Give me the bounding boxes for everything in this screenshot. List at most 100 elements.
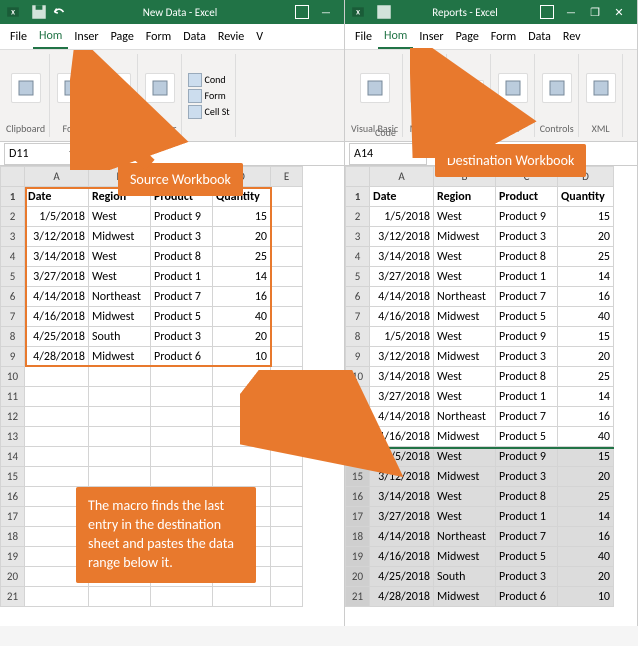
cell[interactable]: Product 7 [496,287,558,307]
cell[interactable]: Northeast [434,287,496,307]
cell[interactable]: West [89,207,151,227]
ribbon-tab-inser[interactable]: Inser [413,26,449,48]
cell[interactable]: 4/25/2018 [370,567,434,587]
row-header[interactable]: 1 [1,187,25,207]
cell[interactable]: 16 [558,287,614,307]
cell[interactable] [271,527,303,547]
cell[interactable] [271,487,303,507]
cell[interactable]: Product 5 [496,427,558,447]
row-header[interactable]: 20 [346,567,370,587]
cell[interactable] [271,247,303,267]
row-header[interactable]: 6 [1,287,25,307]
cell[interactable] [25,587,89,607]
ribbon-button[interactable] [498,73,528,103]
cell[interactable]: 16 [558,527,614,547]
row-header[interactable]: 7 [1,307,25,327]
ribbon-item[interactable]: Cond [188,73,226,87]
cell[interactable]: Product 9 [496,447,558,467]
select-all-corner[interactable] [346,167,370,187]
cell[interactable]: 3/12/2018 [370,227,434,247]
cell[interactable] [89,407,151,427]
cell[interactable]: 15 [558,327,614,347]
cell[interactable]: Product 8 [151,247,213,267]
chevron-down-icon[interactable] [69,151,77,156]
cell[interactable]: 15 [213,207,271,227]
col-header-C[interactable]: C [496,167,558,187]
row-header[interactable]: 20 [1,567,25,587]
cell[interactable] [25,407,89,427]
cell[interactable]: 20 [558,467,614,487]
cell[interactable]: West [89,267,151,287]
cell[interactable] [271,207,303,227]
name-box[interactable]: A14 [349,143,427,165]
row-header[interactable]: 15 [1,467,25,487]
row-header[interactable]: 6 [346,287,370,307]
cell[interactable]: Product 5 [496,547,558,567]
cell[interactable]: 40 [558,307,614,327]
cell[interactable]: Midwest [89,347,151,367]
cell[interactable]: Product 8 [496,487,558,507]
cell[interactable] [89,367,151,387]
minimize-button[interactable]: — [314,0,338,24]
row-header[interactable]: 8 [1,327,25,347]
cell[interactable] [213,507,271,527]
cell[interactable] [89,527,151,547]
cell[interactable] [271,347,303,367]
cell[interactable]: 3/14/2018 [370,367,434,387]
cell[interactable] [213,387,271,407]
row-header[interactable]: 18 [346,527,370,547]
cell[interactable]: Product 7 [496,527,558,547]
cell[interactable]: Midwest [89,307,151,327]
cell[interactable]: 25 [213,247,271,267]
ribbon-tab-rev[interactable]: Rev [557,26,587,48]
ribbon-button[interactable] [145,73,175,103]
cell[interactable]: 20 [558,567,614,587]
cell[interactable] [213,487,271,507]
cell[interactable]: 3/12/2018 [370,347,434,367]
restore-button[interactable]: ❐ [583,0,607,24]
save-icon[interactable] [30,3,48,21]
cell[interactable] [151,527,213,547]
col-header-E[interactable]: E [271,167,303,187]
cell[interactable] [89,547,151,567]
cell[interactable]: 16 [558,407,614,427]
cell[interactable] [271,427,303,447]
cell[interactable]: Product 8 [496,367,558,387]
cell[interactable]: Product 3 [496,567,558,587]
col-header-B[interactable]: B [89,167,151,187]
row-header[interactable]: 15 [346,467,370,487]
ribbon-tab-hom[interactable]: Hom [33,25,68,49]
ribbon-button[interactable] [586,73,616,103]
header-cell[interactable]: Date [25,187,89,207]
cell[interactable]: 3/12/2018 [25,227,89,247]
cell[interactable]: 4/25/2018 [25,327,89,347]
header-cell[interactable]: Product [496,187,558,207]
cell[interactable] [151,467,213,487]
cell[interactable]: 4/28/2018 [25,347,89,367]
cell[interactable]: 1/5/2018 [25,207,89,227]
ribbon-item[interactable]: Form [188,89,226,103]
cell[interactable]: Product 1 [496,387,558,407]
cell[interactable] [25,487,89,507]
cell[interactable]: 10 [213,347,271,367]
row-header[interactable]: 21 [346,587,370,607]
ribbon-tab-data[interactable]: Data [522,26,557,48]
cell[interactable]: West [434,247,496,267]
cell[interactable]: 3/14/2018 [25,247,89,267]
cell[interactable]: 15 [558,447,614,467]
cell[interactable] [89,487,151,507]
cell[interactable]: 25 [558,247,614,267]
cell[interactable]: Midwest [434,587,496,607]
row-header[interactable]: 10 [1,367,25,387]
cell[interactable] [151,567,213,587]
cell[interactable]: Product 9 [151,207,213,227]
cell[interactable] [25,467,89,487]
cell[interactable] [25,547,89,567]
ribbon-tab-file[interactable]: File [4,26,33,48]
cell[interactable] [213,407,271,427]
cell[interactable]: 20 [558,227,614,247]
cell[interactable]: 3/14/2018 [370,247,434,267]
header-cell[interactable]: Product [151,187,213,207]
cell[interactable]: West [434,367,496,387]
cell[interactable] [271,507,303,527]
